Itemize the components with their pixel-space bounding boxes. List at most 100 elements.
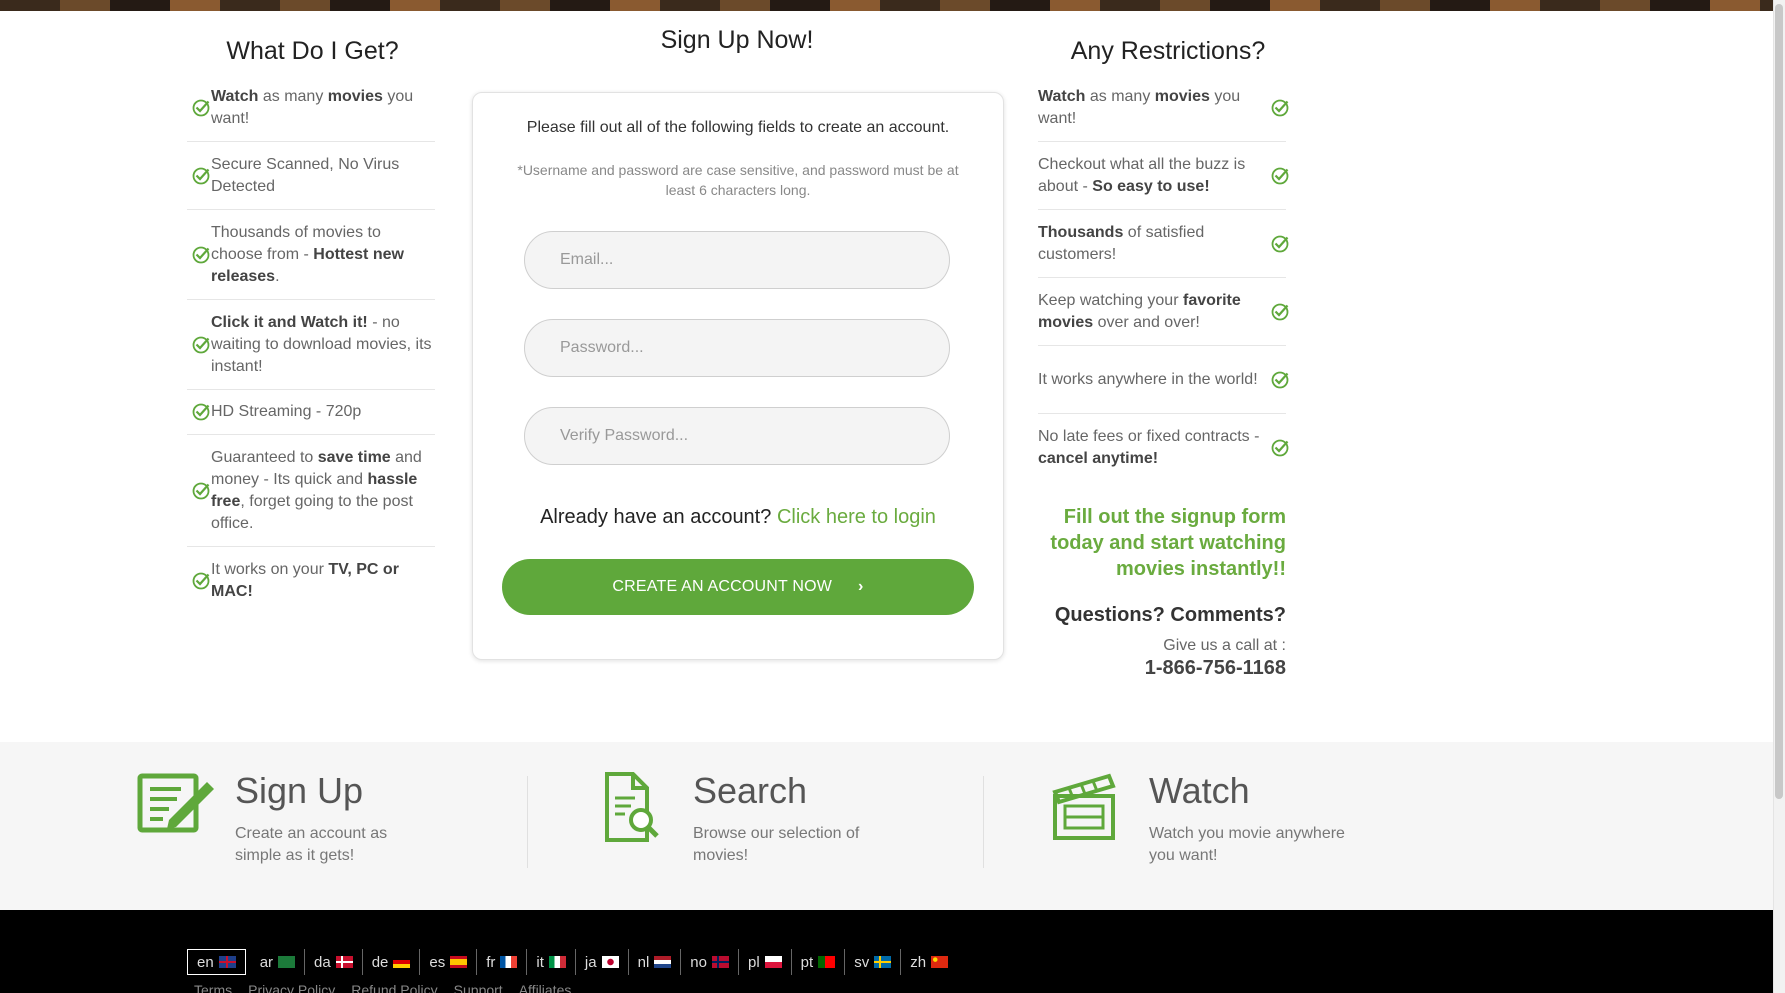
language-option-no[interactable]: no bbox=[681, 949, 739, 975]
check-circle-icon bbox=[191, 245, 211, 265]
email-field[interactable]: Email... bbox=[524, 231, 950, 289]
language-option-en[interactable]: en bbox=[187, 949, 246, 975]
signup-form: Please fill out all of the following fie… bbox=[472, 92, 1004, 660]
step-divider bbox=[527, 776, 528, 868]
footer: en ar da de es fr it ja nl no pl pt sv zh Terms Privac… bbox=[0, 910, 1773, 993]
footer-link[interactable]: Support bbox=[454, 982, 503, 993]
restrictions-title: Any Restrictions? bbox=[1070, 37, 1266, 65]
feature-text: It works anywhere in the world! bbox=[1038, 369, 1266, 391]
language-option-sv[interactable]: sv bbox=[845, 949, 902, 975]
questions-title: Questions? Comments? bbox=[1054, 604, 1286, 626]
footer-link[interactable]: Refund Policy bbox=[351, 982, 437, 993]
denmark-flag-icon bbox=[335, 956, 353, 968]
language-code: pt bbox=[800, 953, 814, 971]
feature-item: Keep watching your favorite movies over … bbox=[1038, 278, 1289, 346]
language-option-fr[interactable]: fr bbox=[477, 949, 528, 975]
language-code: sv bbox=[854, 953, 870, 971]
language-selector: en ar da de es fr it ja nl no pl pt sv zh bbox=[187, 949, 957, 975]
language-option-ja[interactable]: ja bbox=[576, 949, 629, 975]
language-option-de[interactable]: de bbox=[363, 949, 421, 975]
language-option-ar[interactable]: ar bbox=[251, 949, 306, 975]
footer-links: Terms Privacy Policy Refund Policy Support A… bbox=[194, 982, 571, 993]
language-option-es[interactable]: es bbox=[420, 949, 478, 975]
feature-text: Thousands of movies to choose from - Hot… bbox=[211, 222, 435, 288]
footer-link[interactable]: Privacy Policy bbox=[248, 982, 335, 993]
scrollbar-thumb[interactable] bbox=[1775, 4, 1783, 799]
feature-text-segment: , forget going to the post office. bbox=[211, 492, 413, 532]
check-circle-icon bbox=[1270, 370, 1290, 390]
feature-text: Thousands of satisfied customers! bbox=[1038, 222, 1266, 266]
poland-flag-icon bbox=[764, 956, 782, 968]
step-description: Browse our selection of movies! bbox=[693, 825, 860, 864]
feature-text: HD Streaming - 720p bbox=[211, 401, 435, 423]
step-title: Sign Up bbox=[235, 770, 364, 811]
check-circle-icon bbox=[191, 481, 211, 501]
feature-text-segment: So easy to use! bbox=[1092, 177, 1210, 195]
login-prompt: Already have an account? Click here to l… bbox=[473, 506, 1003, 529]
language-code: zh bbox=[910, 953, 927, 971]
movie-poster-strip bbox=[0, 0, 1773, 11]
benefits-title: What Do I Get? bbox=[226, 37, 399, 65]
password-field[interactable]: Password... bbox=[524, 319, 950, 377]
scrollbar[interactable] bbox=[1773, 0, 1785, 993]
language-code: no bbox=[690, 953, 707, 971]
feature-item: Watch as many movies you want! bbox=[1038, 74, 1289, 142]
language-option-zh[interactable]: zh bbox=[901, 949, 957, 975]
norway-flag-icon bbox=[711, 956, 729, 968]
check-circle-icon bbox=[191, 571, 211, 591]
portugal-flag-icon bbox=[818, 956, 836, 968]
language-option-pt[interactable]: pt bbox=[792, 949, 846, 975]
step-divider bbox=[983, 776, 984, 868]
clapperboard-icon bbox=[1052, 773, 1116, 840]
step-description: Watch you movie anywhere you want! bbox=[1149, 825, 1345, 864]
feature-item: Watch as many movies you want! bbox=[187, 74, 435, 142]
language-code: it bbox=[536, 953, 544, 971]
spain-flag-icon bbox=[450, 956, 468, 968]
login-prompt-text: Already have an account? bbox=[540, 506, 772, 528]
benefits-column: What Do I Get? Watch as many movies you … bbox=[165, 28, 435, 615]
uk-flag-icon bbox=[218, 956, 236, 968]
feature-text-segment: It works on your bbox=[211, 561, 329, 578]
language-option-nl[interactable]: nl bbox=[629, 949, 682, 975]
verify-password-field[interactable]: Verify Password... bbox=[524, 407, 950, 465]
check-circle-icon bbox=[191, 98, 211, 118]
feature-text: Keep watching your favorite movies over … bbox=[1038, 290, 1266, 334]
check-circle-icon bbox=[191, 335, 211, 355]
feature-text-segment: movies bbox=[1154, 87, 1210, 105]
check-circle-icon bbox=[1270, 438, 1290, 458]
footer-link[interactable]: Affiliates bbox=[519, 982, 572, 993]
feature-text-segment: Keep watching your bbox=[1038, 291, 1183, 309]
germany-flag-icon bbox=[393, 956, 411, 968]
language-code: nl bbox=[637, 953, 650, 971]
japan-flag-icon bbox=[601, 956, 619, 968]
feature-text-segment: cancel anytime! bbox=[1038, 450, 1159, 467]
language-code: fr bbox=[486, 953, 496, 971]
language-option-pl[interactable]: pl bbox=[739, 949, 792, 975]
steps-band: Sign Up Create an account as simple as i… bbox=[0, 742, 1773, 910]
feature-item: It works anywhere in the world! bbox=[1038, 346, 1289, 414]
feature-text-segment: save time bbox=[317, 448, 391, 466]
create-account-label: CREATE AN ACCOUNT NOW bbox=[612, 578, 833, 595]
language-code: en bbox=[197, 953, 214, 971]
feature-text: Checkout what all the buzz is about - So… bbox=[1038, 154, 1266, 198]
feature-text-segment: Watch bbox=[1038, 87, 1086, 105]
feature-text-segment: as many bbox=[258, 87, 328, 105]
login-link[interactable]: Click here to login bbox=[777, 506, 936, 528]
language-code: ar bbox=[259, 953, 274, 971]
feature-text-segment: over and over! bbox=[1093, 313, 1200, 331]
step-title: Watch bbox=[1149, 770, 1250, 811]
china-flag-icon bbox=[931, 956, 949, 968]
footer-link[interactable]: Terms bbox=[194, 982, 232, 993]
feature-text: Secure Scanned, No Virus Detected bbox=[211, 154, 435, 198]
check-circle-icon bbox=[191, 166, 211, 186]
create-account-button[interactable]: CREATE AN ACCOUNT NOW › bbox=[502, 559, 974, 615]
language-option-it[interactable]: it bbox=[527, 949, 576, 975]
restrictions-column: Any Restrictions? Watch as many movies y… bbox=[1038, 28, 1308, 680]
step-title: Search bbox=[693, 770, 808, 811]
step-watch: Watch Watch you movie anywhere you want! bbox=[1051, 770, 1507, 864]
feature-text-segment: HD Streaming - 720p bbox=[211, 403, 362, 420]
language-option-da[interactable]: da bbox=[305, 949, 363, 975]
phone-number[interactable]: 1-866-756-1168 bbox=[1038, 657, 1308, 680]
language-code: pl bbox=[747, 953, 760, 971]
italy-flag-icon bbox=[548, 956, 566, 968]
